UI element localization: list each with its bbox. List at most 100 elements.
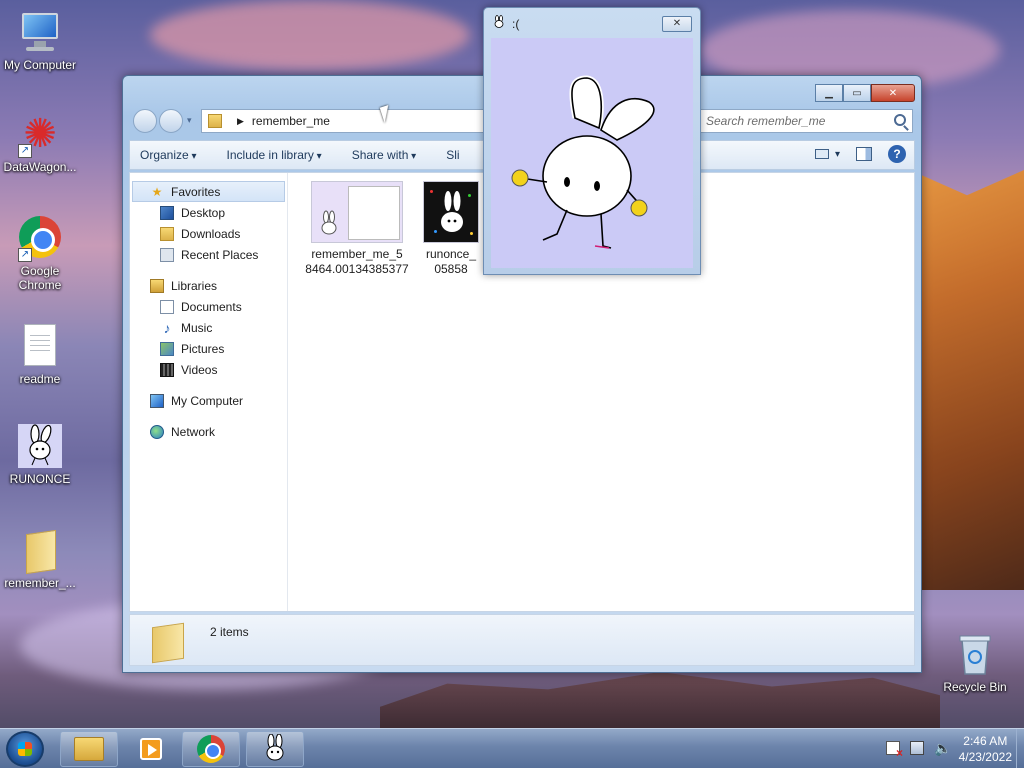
libraries-icon [150,278,164,293]
folder-icon [150,621,186,661]
preview-pane-icon[interactable] [856,147,872,161]
share-with-button[interactable]: Share with [352,148,417,162]
nav-item-libraries[interactable]: Libraries [130,275,287,296]
desktop-icon-readme[interactable]: readme [0,324,80,386]
show-desktop-button[interactable] [1016,729,1024,768]
chrome-icon [197,735,225,763]
desktop-icon-label: DataWagon... [3,160,77,174]
details-pane: 2 items [129,614,915,666]
videos-icon [160,362,174,377]
desktop-icon [160,205,174,220]
clock-time: 2:46 AM [963,734,1008,748]
search-input[interactable]: Search remember_me [699,109,913,133]
taskbar-media-player-button[interactable] [122,731,180,767]
slideshow-button[interactable]: Sli [446,148,459,162]
runonce-popup-window: :( ✕ [483,7,701,275]
minimize-icon: ▁ [825,87,833,99]
search-icon[interactable] [894,114,906,126]
item-count: 2 items [210,625,249,639]
close-button[interactable]: ✕ [871,84,915,102]
folder-icon [18,528,62,572]
folder-icon [74,737,104,761]
shortcut-arrow-icon: ↗ [18,144,32,158]
bunny-icon [492,15,506,32]
desktop-icon-recycle-bin[interactable]: Recycle Bin [935,632,1015,694]
nav-item-videos[interactable]: Videos [130,359,287,380]
close-icon: ✕ [888,87,898,99]
back-button[interactable] [133,109,157,133]
clock-date: 4/23/2022 [958,750,1012,764]
maximize-icon: ▭ [852,87,862,99]
documents-icon [160,299,174,314]
desktop-icon-label: Recycle Bin [943,680,1007,694]
nav-item-pictures[interactable]: Pictures [130,338,287,359]
network-icon [150,424,164,439]
window-controls: ▁ ▭ ✕ [815,84,915,102]
folder-icon [208,114,222,128]
desktop-icon-label: My Computer [3,58,77,72]
media-player-icon [140,738,162,760]
taskbar-chrome-button[interactable] [182,731,240,767]
nav-item-favorites[interactable]: ★ Favorites [132,181,285,202]
recent-pages-chevron-icon[interactable]: ▾ [187,115,192,126]
navigation-pane: ★ Favorites Desktop Downloads Recent Pla… [130,173,288,611]
desktop-icon-my-computer[interactable]: My Computer [0,10,80,72]
file-item-remember-me[interactable]: remember_me_5 8464.00134385377 [302,181,412,277]
star-icon: ★ [151,184,163,199]
recent-places-icon [160,247,174,262]
breadcrumb-arrow-icon[interactable]: ▶ [237,116,244,127]
wallpaper-cloud [150,0,470,70]
minimize-button[interactable]: ▁ [815,84,843,102]
network-status-icon[interactable] [910,741,924,755]
downloads-folder-icon [160,226,174,241]
nav-item-my-computer[interactable]: My Computer [130,390,287,411]
shortcut-arrow-icon: ↗ [18,248,32,262]
taskbar-explorer-button[interactable] [60,731,118,767]
desktop-icon-runonce[interactable]: RUNONCE [0,424,80,486]
music-icon: ♪ [163,319,171,336]
desktop-icon-label: Google Chrome [18,264,62,292]
system-tray: 🔈 [886,741,951,760]
address-text: remember_me [251,114,330,128]
nav-item-network[interactable]: Network [130,421,287,442]
start-button[interactable] [6,731,44,767]
action-center-flag-icon[interactable] [886,741,903,760]
forward-button[interactable] [159,109,183,133]
taskbar-runonce-button[interactable] [246,731,304,767]
organize-button[interactable]: Organize [140,148,197,162]
datawagon-icon: ✺ ↗ [18,112,62,158]
change-view-icon[interactable] [814,149,829,159]
nav-item-desktop[interactable]: Desktop [130,202,287,223]
nav-item-recent-places[interactable]: Recent Places [130,244,287,265]
computer-icon [150,393,164,408]
desktop-icon-label: readme [19,372,61,386]
text-document-icon [18,324,62,368]
nav-item-music[interactable]: ♪ Music [130,317,287,338]
image-thumbnail [423,181,479,243]
maximize-button[interactable]: ▭ [843,84,871,102]
taskbar: 🔈 2:46 AM 4/23/2022 [0,728,1024,768]
desktop-icon-label: RUNONCE [9,472,71,486]
image-thumbnail [311,181,403,243]
include-in-library-button[interactable]: Include in library [227,148,322,162]
desktop-icon-remember-folder[interactable]: remember_... [0,528,80,590]
system-clock[interactable]: 2:46 AM 4/23/2022 [959,733,1012,765]
desktop-icon-label: remember_... [4,576,76,590]
nav-item-downloads[interactable]: Downloads [130,223,287,244]
chrome-icon: ↗ [18,216,62,262]
nav-item-documents[interactable]: Documents [130,296,287,317]
bunny-icon [266,734,284,761]
view-options-chevron-icon[interactable]: ▾ [835,149,840,160]
bunny-icon [18,424,62,468]
pictures-icon [160,341,174,356]
popup-close-button[interactable]: ✕ [662,16,692,32]
popup-title: :( [512,17,520,31]
help-icon[interactable]: ? [888,145,906,163]
popup-canvas [491,38,693,268]
desktop-icon-datawagon[interactable]: ✺ ↗ DataWagon... [0,112,80,174]
volume-icon[interactable]: 🔈 [934,741,951,755]
computer-icon [18,10,62,54]
desktop-icon-google-chrome[interactable]: ↗ Google Chrome [0,216,80,292]
recycle-bin-icon [953,632,997,676]
file-item-runonce[interactable]: runonce_ 05858 [416,181,486,277]
